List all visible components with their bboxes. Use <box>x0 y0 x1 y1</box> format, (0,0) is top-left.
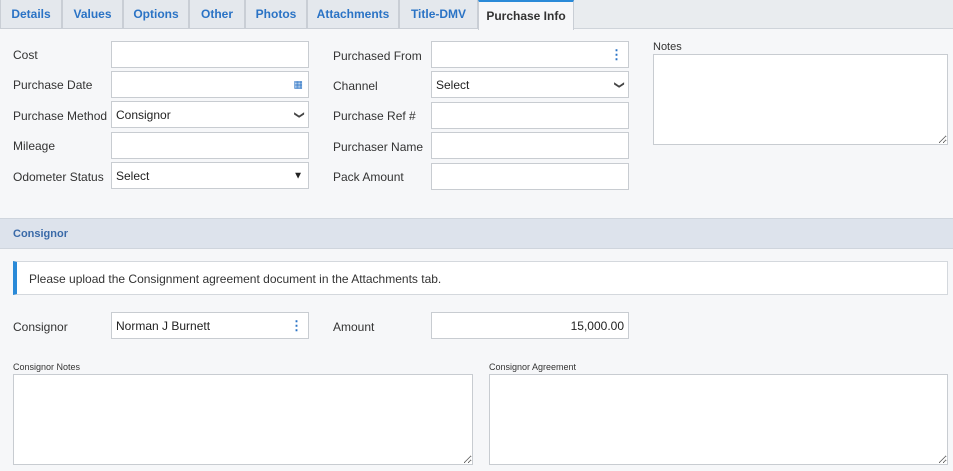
amount-input[interactable]: 15,000.00 <box>431 312 629 339</box>
consignor-input[interactable]: Norman J Burnett ⋮ <box>111 312 309 339</box>
consignor-agreement-textarea[interactable] <box>489 374 948 465</box>
odometer-value: Select <box>116 168 150 183</box>
chevron-down-icon: ❯ <box>613 80 625 89</box>
more-vertical-icon[interactable]: ⋮ <box>610 47 623 63</box>
purchase-method-label: Purchase Method <box>13 109 108 123</box>
purchased-from-label: Purchased From <box>333 49 422 63</box>
purchaser-name-input[interactable] <box>431 132 629 159</box>
info-alert: Please upload the Consignment agreement … <box>13 261 948 295</box>
tab-values[interactable]: Values <box>62 0 123 29</box>
purchase-date-input[interactable]: ▦ <box>111 71 309 98</box>
notes-textarea[interactable] <box>653 54 948 145</box>
tab-attachments[interactable]: Attachments <box>307 0 399 29</box>
consignor-section-header: Consignor <box>0 218 953 249</box>
notes-label: Notes <box>653 41 682 53</box>
pack-amount-label: Pack Amount <box>333 170 404 184</box>
tab-details[interactable]: Details <box>0 0 62 29</box>
purchase-method-select[interactable]: Consignor ❯ <box>111 101 309 128</box>
consignor-value: Norman J Burnett <box>116 318 211 333</box>
cost-label: Cost <box>13 48 38 62</box>
tab-photos[interactable]: Photos <box>245 0 307 29</box>
caret-down-icon: ▼ <box>293 170 303 181</box>
odometer-select[interactable]: Select ▼ <box>111 162 309 189</box>
amount-label: Amount <box>333 320 375 334</box>
more-vertical-icon[interactable]: ⋮ <box>290 318 303 334</box>
purchase-method-value: Consignor <box>116 107 171 122</box>
consignor-agreement-label: Consignor Agreement <box>489 362 577 372</box>
purchase-ref-label: Purchase Ref # <box>333 109 416 123</box>
tab-purchase-info[interactable]: Purchase Info <box>478 0 574 30</box>
mileage-input[interactable] <box>111 132 309 159</box>
consignor-notes-label: Consignor Notes <box>13 362 81 372</box>
chevron-down-icon: ❯ <box>293 110 305 119</box>
channel-select[interactable]: Select ❯ <box>431 71 629 98</box>
cost-input[interactable] <box>111 41 309 68</box>
calendar-icon[interactable]: ▦ <box>294 79 303 90</box>
channel-value: Select <box>436 77 470 92</box>
tab-bar: Details Values Options Other Photos Atta… <box>0 0 953 30</box>
tab-other[interactable]: Other <box>189 0 245 29</box>
tab-options[interactable]: Options <box>123 0 189 29</box>
consignor-label: Consignor <box>13 320 68 334</box>
purchaser-name-label: Purchaser Name <box>333 140 424 154</box>
odometer-label: Odometer Status <box>13 170 104 184</box>
purchase-ref-input[interactable] <box>431 102 629 129</box>
purchased-from-input[interactable]: ⋮ <box>431 41 629 68</box>
consignor-notes-textarea[interactable] <box>13 374 473 465</box>
mileage-label: Mileage <box>13 139 56 153</box>
tab-title-dmv[interactable]: Title-DMV <box>399 0 478 29</box>
channel-label: Channel <box>333 79 378 93</box>
purchase-date-label: Purchase Date <box>13 78 93 92</box>
pack-amount-input[interactable] <box>431 163 629 190</box>
